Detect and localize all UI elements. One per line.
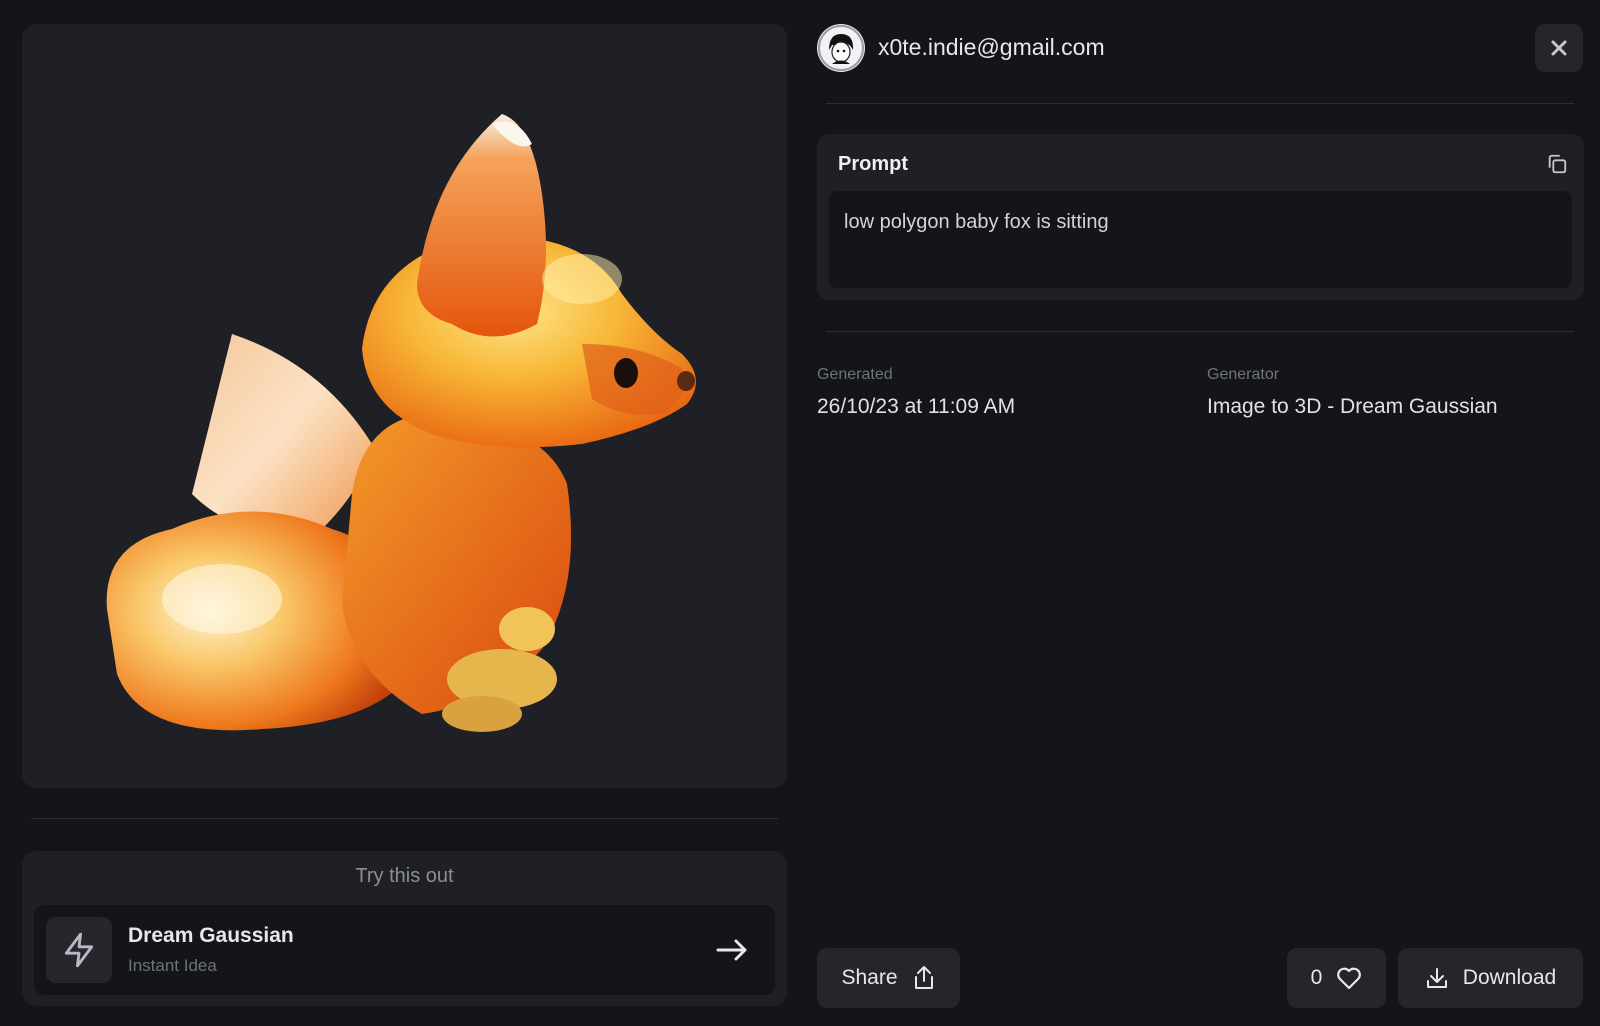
model-detail-modal: Try this out Dream Gaussian Instant Idea — [0, 0, 1600, 1026]
model-preview[interactable] — [22, 24, 787, 788]
copy-prompt-button[interactable] — [1542, 149, 1572, 179]
fox-model-image — [106, 114, 696, 732]
share-icon — [914, 966, 933, 989]
prompt-text: low polygon baby fox is sitting — [844, 211, 1109, 233]
user-avatar-icon[interactable] — [817, 24, 865, 72]
close-icon — [1551, 40, 1567, 56]
download-label: Download — [1462, 966, 1557, 989]
like-count: 0 — [1310, 966, 1323, 989]
try-item-subtitle: Instant Idea — [128, 956, 217, 975]
download-icon — [1426, 968, 1447, 988]
like-button[interactable]: 0 — [1287, 948, 1386, 1008]
user-email: x0te.indie@gmail.com — [878, 34, 1105, 60]
lightning-icon — [46, 917, 112, 983]
prompt-text-area: low polygon baby fox is sitting — [829, 191, 1572, 288]
divider — [826, 331, 1574, 332]
generated-label: Generated — [817, 366, 893, 383]
arrow-right-icon[interactable] — [715, 935, 749, 970]
dream-gaussian-card[interactable]: Dream Gaussian Instant Idea — [34, 905, 775, 995]
share-button[interactable]: Share — [817, 948, 960, 1008]
close-button[interactable] — [1535, 24, 1583, 72]
prompt-section: Prompt low polygon baby fox is sitting — [817, 134, 1584, 300]
copy-icon — [1548, 154, 1567, 174]
divider — [826, 103, 1574, 104]
heart-icon — [1337, 967, 1362, 990]
generator-label: Generator — [1207, 366, 1280, 383]
try-this-out-title: Try this out — [355, 865, 454, 887]
download-button[interactable]: Download — [1398, 948, 1583, 1008]
share-label: Share — [841, 966, 898, 989]
generated-value: 26/10/23 at 11:09 AM — [817, 395, 1016, 418]
prompt-label: Prompt — [838, 153, 908, 175]
try-item-name: Dream Gaussian — [128, 924, 294, 947]
try-this-out-panel: Try this out Dream Gaussian Instant Idea — [22, 851, 787, 1006]
generator-value: Image to 3D - Dream Gaussian — [1207, 395, 1498, 418]
divider — [31, 818, 778, 819]
